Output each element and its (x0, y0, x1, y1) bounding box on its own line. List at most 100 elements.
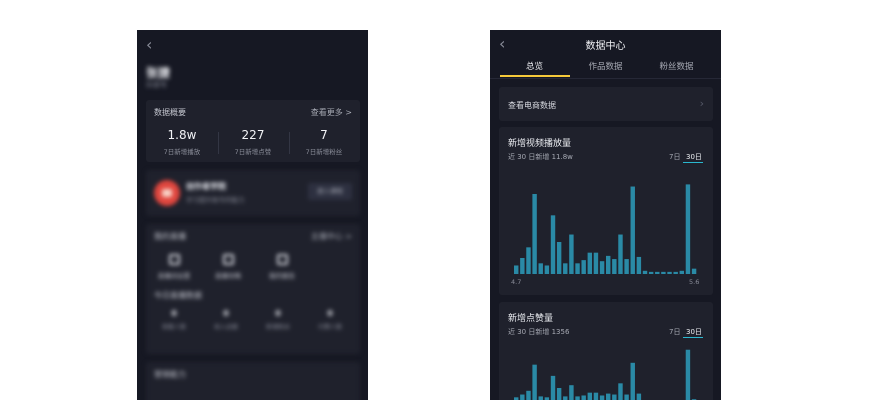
chart-bar-4.13 (550, 375, 556, 400)
academy-title: 创作者学院 (186, 182, 226, 191)
chart-bar-4.11 (538, 396, 543, 400)
chart-bar-4.17 (575, 396, 580, 400)
chart-bar-5.5 (685, 184, 691, 274)
academy-logo-icon (154, 180, 180, 206)
creator-profile-screen: ‹ 张捷 抖音号 数据概要 查看更多 > 1.8w 7日新增播放 227 7日新… (137, 30, 368, 400)
active-tab-indicator (500, 75, 570, 77)
chart-bar-4.29 (648, 271, 654, 274)
today-stat: 0 付费人数 (308, 309, 352, 331)
stat-fans[interactable]: 7 7日新增粉丝 (288, 128, 360, 156)
chart-bar-4.28 (642, 270, 648, 274)
chart-bar-4.20 (593, 392, 599, 400)
profile-subtitle: 抖音号 (146, 81, 167, 89)
stat-value: 0 (327, 309, 333, 318)
academy-subtitle: 学习提升账号的能力 (186, 196, 245, 204)
chart-bar-4.27 (636, 256, 642, 274)
stat-value: 0 (171, 309, 177, 318)
tabs-divider (490, 78, 721, 79)
marketing-title: 营销能力 (154, 370, 186, 379)
live-card: 我的直播 主播中心 > 直播间设置 直播攻略 我的报告 今日直播数据 0 观看人… (146, 224, 360, 354)
chart-bar-4.23 (612, 259, 617, 274)
stat-label: 7日新增播放 (163, 148, 201, 156)
stat-label: 7日新增点赞 (234, 148, 272, 156)
chart-bar-5.3 (673, 271, 678, 274)
chart-bar-4.27 (636, 393, 642, 400)
chart-subtitle: 近 30 日新增 1356 (508, 328, 570, 336)
chart-card-plays: 新增视频播放量 近 30 日新增 11.8w 7日 30日 4.7 5.6 (499, 127, 713, 295)
settings-icon (168, 254, 180, 265)
range-30d-button[interactable]: 30日 (686, 152, 702, 162)
today-stat: 0 收入总额 (204, 309, 248, 331)
chevron-right-icon: › (699, 97, 704, 110)
chart-bar-4.24 (618, 383, 623, 400)
chart-bar-4.15 (563, 263, 568, 274)
chart-bar-4.16 (569, 234, 574, 274)
chart-bar-4.8 (520, 394, 525, 400)
stat-label: 新增粉丝 (265, 324, 290, 331)
live-guide-button[interactable]: 直播攻略 (208, 254, 248, 280)
chart-bar-4.14 (556, 242, 562, 274)
chevron-left-icon[interactable]: ‹ (146, 37, 152, 53)
live-center-link[interactable]: 主播中心 > (311, 231, 352, 242)
range-7d-button[interactable]: 7日 (669, 152, 680, 162)
page-title: 数据中心 (585, 41, 626, 52)
chart-bar-4.11 (538, 263, 543, 274)
academy-card[interactable]: 创作者学院 学习提升账号的能力 进入课程 (146, 170, 360, 216)
marketing-card: 营销能力 (146, 362, 360, 400)
stat-value: 0 (223, 309, 229, 318)
chart-bar-4.16 (569, 385, 574, 400)
chart-bar-5.4 (679, 270, 685, 274)
chart-bar-4.18 (581, 260, 586, 274)
range-selected-indicator (683, 162, 703, 163)
profile-name: 张捷 (146, 66, 171, 80)
chart-bar-4.9 (526, 247, 531, 274)
chart-title: 新增点赞量 (508, 314, 554, 324)
tool-label: 直播间设置 (157, 272, 191, 280)
ecommerce-data-link[interactable]: 查看电商数据 › (499, 87, 713, 121)
chart-bar-4.9 (526, 390, 531, 400)
my-report-button[interactable]: 我的报告 (262, 254, 302, 280)
x-tick-start: 4.7 (511, 278, 522, 286)
data-center-screen: ‹ 数据中心 总览 作品数据 粉丝数据 查看电商数据 › 新增视频播放量 近 3… (490, 30, 721, 400)
chart-bar-4.21 (599, 261, 605, 274)
chart-bar-4.22 (606, 255, 611, 274)
chart-subtitle: 近 30 日新增 11.8w (508, 153, 573, 161)
chart-card-likes: 新增点赞量 近 30 日新增 1356 7日 30日 (499, 302, 713, 400)
range-30d-button[interactable]: 30日 (686, 327, 702, 337)
chart-bar-5.6 (691, 268, 697, 274)
report-icon (276, 254, 288, 265)
live-room-settings-button[interactable]: 直播间设置 (154, 254, 194, 280)
chart-bar-4.22 (606, 393, 611, 400)
tab-works-data[interactable]: 作品数据 (570, 60, 641, 72)
chart-bar-4.14 (556, 388, 562, 400)
overview-more-link[interactable]: 查看更多 > (311, 107, 352, 118)
chart-bar-5.2 (667, 271, 672, 274)
chart-bar-4.30 (655, 271, 660, 274)
chart-bar-5.1 (661, 271, 666, 274)
chart-bar-4.8 (520, 258, 525, 274)
today-stat: 0 观看人数 (152, 309, 196, 331)
guide-icon (222, 254, 234, 265)
tab-overview[interactable]: 总览 (499, 60, 570, 72)
chart-bar-5.5 (685, 349, 691, 400)
chart-bar-4.12 (544, 265, 550, 274)
stat-label: 付费人数 (317, 324, 342, 331)
today-stat: 0 新增粉丝 (256, 309, 300, 331)
chart-bar-4.15 (563, 396, 568, 400)
chart-bar-4.24 (618, 234, 623, 274)
chart-bar-4.17 (575, 263, 580, 274)
chart-title: 新增视频播放量 (508, 139, 572, 149)
tab-fans-data[interactable]: 粉丝数据 (641, 60, 712, 72)
stat-plays[interactable]: 1.8w 7日新增播放 (146, 128, 218, 156)
chart-bar-4.20 (593, 252, 599, 274)
enter-course-button[interactable]: 进入课程 (308, 183, 352, 200)
stat-value: 7 (320, 128, 328, 142)
range-selected-indicator (683, 337, 703, 338)
likes-bar-chart (514, 349, 697, 400)
chart-bar-4.21 (599, 395, 605, 400)
chart-bar-4.26 (630, 362, 635, 400)
range-7d-button[interactable]: 7日 (669, 327, 680, 337)
chart-bar-4.26 (630, 186, 635, 274)
chart-bar-4.18 (581, 395, 586, 400)
stat-likes[interactable]: 227 7日新增点赞 (217, 128, 289, 156)
